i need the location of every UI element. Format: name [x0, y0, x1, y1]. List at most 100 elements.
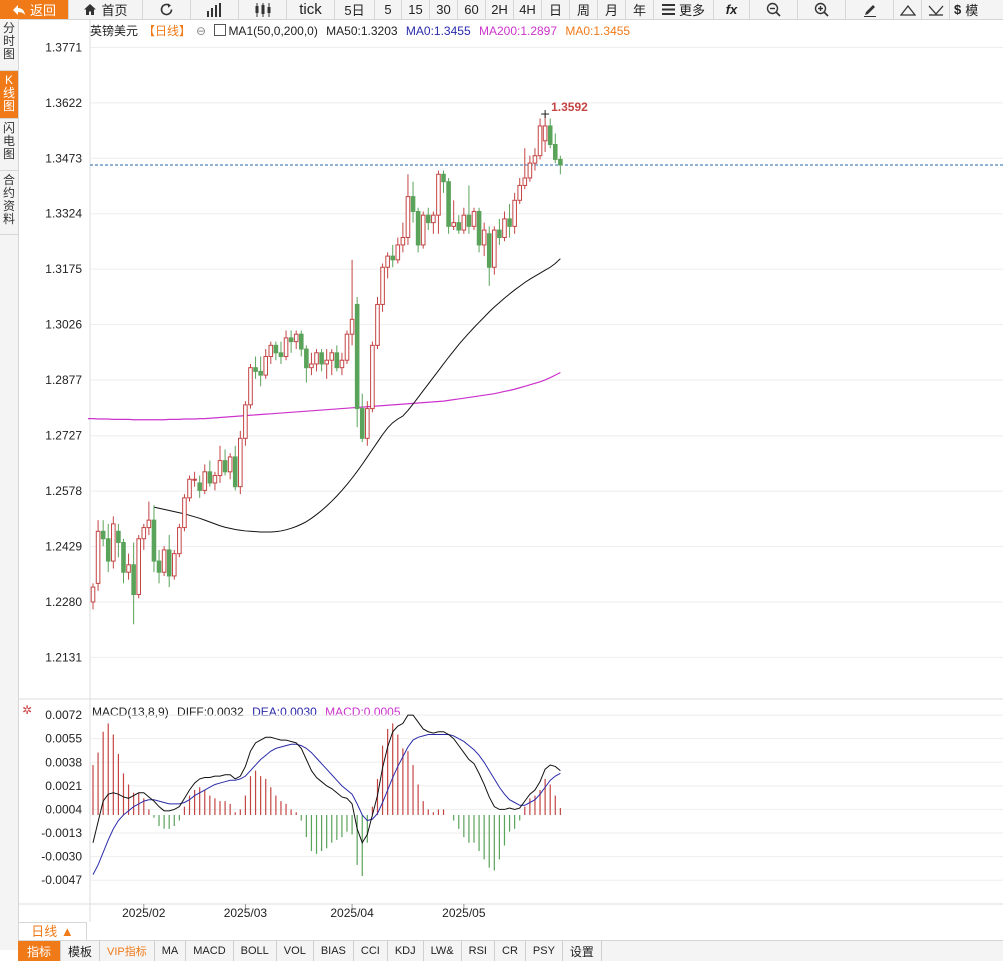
dollar-icon: $ — [954, 2, 962, 17]
back-label: 返回 — [29, 3, 56, 18]
tab-label: 闪电图 — [2, 121, 15, 161]
indicator-tab[interactable]: 模板 — [61, 941, 101, 961]
period-5[interactable]: 5 — [375, 0, 402, 19]
period-year[interactable]: 年 — [626, 0, 654, 19]
period-day[interactable]: 日 — [542, 0, 570, 19]
y-tick-label: 1.3473 — [45, 151, 82, 165]
candle-chart-button[interactable] — [239, 0, 287, 19]
period-label: 4H — [519, 2, 536, 17]
candle-body — [537, 125, 543, 157]
candle-body — [288, 337, 294, 343]
tab-kline[interactable]: K线图 — [0, 71, 18, 119]
candlestick-icon — [255, 2, 270, 17]
zoom-in-button[interactable] — [798, 0, 846, 19]
tab-time-share[interactable]: 分时图 — [0, 19, 18, 71]
indicator-tab[interactable]: MA — [155, 941, 187, 961]
pencil-icon — [863, 4, 876, 17]
indicator-tab[interactable]: VOL — [277, 941, 314, 961]
candle-body — [492, 229, 497, 268]
candle-body — [273, 344, 279, 354]
candle-body — [420, 214, 426, 246]
candle-body — [202, 471, 208, 491]
y-tick-label: 1.3175 — [45, 262, 82, 276]
indicator-tab[interactable]: CR — [495, 941, 526, 961]
candle-body — [217, 460, 223, 477]
triangle-up-button[interactable] — [894, 0, 922, 19]
indicator-tab[interactable]: RSI — [462, 941, 495, 961]
period-month[interactable]: 月 — [598, 0, 626, 19]
candle-body — [527, 162, 533, 179]
period-5day[interactable]: 5日 — [335, 0, 375, 19]
period-label: 60 — [464, 2, 479, 17]
candle-body — [405, 196, 411, 239]
tab-contract-info[interactable]: 合约资料 — [0, 171, 18, 235]
candle-body — [425, 214, 431, 224]
tick-button[interactable]: tick — [287, 0, 335, 19]
home-button[interactable]: 首页 — [69, 0, 143, 19]
candle-body — [227, 456, 233, 473]
indicator-tab[interactable]: VIP指标 — [100, 941, 155, 961]
indicator-tab[interactable]: BIAS — [314, 941, 354, 961]
candle-body — [522, 177, 528, 186]
back-button[interactable]: 返回 — [0, 0, 69, 19]
macd-tick-label: 0.0055 — [45, 732, 82, 746]
triangle-down-button[interactable] — [922, 0, 950, 19]
indicator-tab[interactable]: 指标 — [18, 941, 62, 961]
chevron-down-icon — [928, 5, 943, 16]
period-tab[interactable]: 日线 ▲ — [18, 922, 87, 940]
candle-body — [400, 237, 406, 246]
candle-body — [319, 352, 324, 365]
macd-tick-label: 0.0038 — [45, 755, 82, 769]
candle-body — [375, 303, 380, 346]
candle-body — [126, 564, 131, 573]
candle-body — [90, 586, 96, 603]
chart-area[interactable]: 1.3771 1.3622 1.3473 1.3324 1.3175 1.3026 1.28… — [18, 19, 1003, 922]
indicator-tab[interactable]: PSY — [526, 941, 563, 961]
period-4h[interactable]: 4H — [514, 0, 542, 19]
period-60[interactable]: 60 — [458, 0, 486, 19]
period-15[interactable]: 15 — [402, 0, 430, 19]
x-tick-label: 2025/03 — [224, 906, 268, 920]
bar-chart-button[interactable] — [191, 0, 239, 19]
indicator-tab[interactable]: BOLL — [234, 941, 277, 961]
top-toolbar: 返回 首页 tick 5日 5 15 30 60 2H 4H 日 周 月 年 更… — [0, 0, 1003, 20]
refresh-button[interactable] — [143, 0, 191, 19]
dollar-button[interactable]: $ 模 — [950, 0, 986, 19]
indicator-tab[interactable]: LW& — [424, 941, 462, 961]
period-week[interactable]: 周 — [570, 0, 598, 19]
indicator-tab[interactable]: 设置 — [563, 941, 602, 961]
candle-body — [547, 125, 553, 146]
bar-chart-icon — [206, 2, 221, 17]
candle-body — [431, 214, 436, 224]
tab-flash[interactable]: 闪电图 — [0, 119, 18, 171]
indicator-bar: 指标 模板 VIP指标 MA MACD BOLL VOL BIAS CCI KDJ LW& RSI CR… — [18, 940, 1003, 961]
high-annotation-label: 1.3592 — [551, 100, 588, 114]
y-tick-label: 1.3622 — [45, 96, 82, 110]
tab-label: 合约资料 — [2, 173, 15, 226]
indicator-tab[interactable]: MACD — [186, 941, 234, 961]
candle-body — [268, 344, 274, 358]
macd-tick-label: -0.0030 — [41, 850, 82, 864]
period-2h[interactable]: 2H — [486, 0, 514, 19]
candle-body — [253, 367, 258, 372]
candle-body — [105, 538, 111, 562]
candle-body — [542, 125, 548, 142]
candle-body — [481, 229, 487, 246]
indicator-tab[interactable]: CCI — [354, 941, 388, 961]
zoom-in-icon — [814, 2, 829, 17]
more-button[interactable]: 更多 — [654, 0, 714, 19]
indicator-tab[interactable]: KDJ — [388, 941, 424, 961]
candle-body — [552, 144, 558, 160]
candle-body — [339, 359, 345, 369]
formula-button[interactable]: fx — [714, 0, 750, 19]
zoom-out-button[interactable] — [750, 0, 798, 19]
y-tick-label: 1.3771 — [45, 40, 82, 54]
y-tick-label: 1.2280 — [45, 595, 82, 609]
period-tab-label: 日线 ▲ — [31, 924, 74, 939]
draw-button[interactable] — [846, 0, 894, 19]
y-tick-label: 1.2727 — [45, 429, 82, 443]
period-label: 年 — [632, 3, 646, 18]
candle-body — [100, 530, 106, 540]
candle-body — [471, 210, 477, 227]
period-30[interactable]: 30 — [430, 0, 458, 19]
